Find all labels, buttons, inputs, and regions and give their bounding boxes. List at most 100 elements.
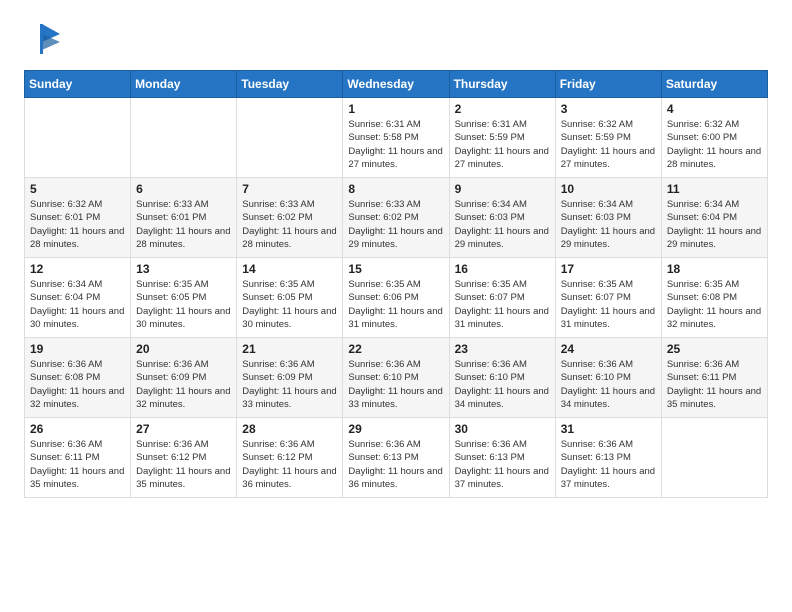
calendar-cell: 21 Sunrise: 6:36 AM Sunset: 6:09 PM Dayli… [237,338,343,418]
weekday-friday: Friday [555,71,661,98]
day-info: Sunrise: 6:36 AM Sunset: 6:11 PM Dayligh… [667,358,762,411]
day-number: 2 [455,102,550,116]
day-number: 15 [348,262,443,276]
calendar-cell: 17 Sunrise: 6:35 AM Sunset: 6:07 PM Dayli… [555,258,661,338]
calendar-week-1: 1Sunrise: 6:31 AM Sunset: 5:58 PM Daylig… [25,98,768,178]
day-number: 14 [242,262,337,276]
day-info: Sunrise: 6:36 AM Sunset: 6:09 PM Dayligh… [136,358,231,411]
day-number: 22 [348,342,443,356]
day-number: 18 [667,262,762,276]
day-number: 11 [667,182,762,196]
day-info: Sunrise: 6:31 AM Sunset: 5:59 PM Dayligh… [455,118,550,171]
day-info: Sunrise: 6:36 AM Sunset: 6:13 PM Dayligh… [348,438,443,491]
day-number: 12 [30,262,125,276]
day-number: 4 [667,102,762,116]
weekday-sunday: Sunday [25,71,131,98]
calendar-cell: 27 Sunrise: 6:36 AM Sunset: 6:12 PM Dayli… [131,418,237,498]
calendar-cell: 29 Sunrise: 6:36 AM Sunset: 6:13 PM Dayli… [343,418,449,498]
calendar-cell: 11 Sunrise: 6:34 AM Sunset: 6:04 PM Dayli… [661,178,767,258]
weekday-saturday: Saturday [661,71,767,98]
day-number: 20 [136,342,231,356]
day-info: Sunrise: 6:36 AM Sunset: 6:13 PM Dayligh… [561,438,656,491]
day-number: 21 [242,342,337,356]
day-info: Sunrise: 6:34 AM Sunset: 6:04 PM Dayligh… [30,278,125,331]
day-number: 26 [30,422,125,436]
calendar-cell: 12 Sunrise: 6:34 AM Sunset: 6:04 PM Dayli… [25,258,131,338]
day-number: 28 [242,422,337,436]
day-info: Sunrise: 6:36 AM Sunset: 6:10 PM Dayligh… [455,358,550,411]
calendar-cell: 10 Sunrise: 6:34 AM Sunset: 6:03 PM Dayli… [555,178,661,258]
day-info: Sunrise: 6:36 AM Sunset: 6:12 PM Dayligh… [136,438,231,491]
day-number: 30 [455,422,550,436]
day-info: Sunrise: 6:35 AM Sunset: 6:05 PM Dayligh… [136,278,231,331]
day-info: Sunrise: 6:32 AM Sunset: 6:01 PM Dayligh… [30,198,125,251]
weekday-thursday: Thursday [449,71,555,98]
calendar-cell [131,98,237,178]
day-info: Sunrise: 6:36 AM Sunset: 6:08 PM Dayligh… [30,358,125,411]
day-info: Sunrise: 6:32 AM Sunset: 5:59 PM Dayligh… [561,118,656,171]
day-number: 8 [348,182,443,196]
calendar-cell: 26 Sunrise: 6:36 AM Sunset: 6:11 PM Dayli… [25,418,131,498]
calendar-cell: 19 Sunrise: 6:36 AM Sunset: 6:08 PM Dayli… [25,338,131,418]
calendar-cell: 25 Sunrise: 6:36 AM Sunset: 6:11 PM Dayli… [661,338,767,418]
day-info: Sunrise: 6:36 AM Sunset: 6:12 PM Dayligh… [242,438,337,491]
calendar-cell: 9Sunrise: 6:34 AM Sunset: 6:03 PM Daylig… [449,178,555,258]
calendar-table: SundayMondayTuesdayWednesdayThursdayFrid… [24,70,768,498]
day-number: 5 [30,182,125,196]
day-info: Sunrise: 6:36 AM Sunset: 6:10 PM Dayligh… [348,358,443,411]
day-info: Sunrise: 6:35 AM Sunset: 6:06 PM Dayligh… [348,278,443,331]
day-info: Sunrise: 6:34 AM Sunset: 6:03 PM Dayligh… [561,198,656,251]
day-number: 17 [561,262,656,276]
weekday-monday: Monday [131,71,237,98]
day-info: Sunrise: 6:35 AM Sunset: 6:08 PM Dayligh… [667,278,762,331]
page: SundayMondayTuesdayWednesdayThursdayFrid… [0,0,792,514]
header [24,20,768,58]
calendar-cell: 24 Sunrise: 6:36 AM Sunset: 6:10 PM Dayli… [555,338,661,418]
calendar-cell: 15 Sunrise: 6:35 AM Sunset: 6:06 PM Dayli… [343,258,449,338]
day-info: Sunrise: 6:34 AM Sunset: 6:04 PM Dayligh… [667,198,762,251]
calendar-cell: 20 Sunrise: 6:36 AM Sunset: 6:09 PM Dayli… [131,338,237,418]
logo-icon [24,20,62,58]
day-number: 6 [136,182,231,196]
calendar-cell [237,98,343,178]
day-info: Sunrise: 6:35 AM Sunset: 6:07 PM Dayligh… [561,278,656,331]
calendar-cell: 8 Sunrise: 6:33 AM Sunset: 6:02 PM Daylig… [343,178,449,258]
day-number: 25 [667,342,762,356]
day-info: Sunrise: 6:35 AM Sunset: 6:07 PM Dayligh… [455,278,550,331]
day-number: 7 [242,182,337,196]
calendar-cell: 22 Sunrise: 6:36 AM Sunset: 6:10 PM Dayli… [343,338,449,418]
calendar-cell: 7 Sunrise: 6:33 AM Sunset: 6:02 PM Daylig… [237,178,343,258]
calendar-cell: 1Sunrise: 6:31 AM Sunset: 5:58 PM Daylig… [343,98,449,178]
day-number: 31 [561,422,656,436]
calendar-cell: 31 Sunrise: 6:36 AM Sunset: 6:13 PM Dayli… [555,418,661,498]
calendar-cell: 4 Sunrise: 6:32 AM Sunset: 6:00 PM Daylig… [661,98,767,178]
day-number: 19 [30,342,125,356]
calendar-cell: 5 Sunrise: 6:32 AM Sunset: 6:01 PM Daylig… [25,178,131,258]
weekday-tuesday: Tuesday [237,71,343,98]
calendar-cell: 16 Sunrise: 6:35 AM Sunset: 6:07 PM Dayli… [449,258,555,338]
day-number: 24 [561,342,656,356]
calendar-cell: 13Sunrise: 6:35 AM Sunset: 6:05 PM Dayli… [131,258,237,338]
day-info: Sunrise: 6:36 AM Sunset: 6:09 PM Dayligh… [242,358,337,411]
day-info: Sunrise: 6:35 AM Sunset: 6:05 PM Dayligh… [242,278,337,331]
calendar-cell: 2 Sunrise: 6:31 AM Sunset: 5:59 PM Daylig… [449,98,555,178]
calendar-week-5: 26 Sunrise: 6:36 AM Sunset: 6:11 PM Dayli… [25,418,768,498]
day-info: Sunrise: 6:33 AM Sunset: 6:02 PM Dayligh… [242,198,337,251]
day-number: 1 [348,102,443,116]
calendar-week-4: 19 Sunrise: 6:36 AM Sunset: 6:08 PM Dayli… [25,338,768,418]
day-info: Sunrise: 6:33 AM Sunset: 6:02 PM Dayligh… [348,198,443,251]
calendar-cell: 30Sunrise: 6:36 AM Sunset: 6:13 PM Dayli… [449,418,555,498]
day-info: Sunrise: 6:36 AM Sunset: 6:10 PM Dayligh… [561,358,656,411]
day-info: Sunrise: 6:32 AM Sunset: 6:00 PM Dayligh… [667,118,762,171]
calendar-cell: 14 Sunrise: 6:35 AM Sunset: 6:05 PM Dayli… [237,258,343,338]
calendar-cell: 6Sunrise: 6:33 AM Sunset: 6:01 PM Daylig… [131,178,237,258]
day-number: 10 [561,182,656,196]
day-info: Sunrise: 6:36 AM Sunset: 6:11 PM Dayligh… [30,438,125,491]
day-number: 27 [136,422,231,436]
weekday-wednesday: Wednesday [343,71,449,98]
calendar-week-3: 12 Sunrise: 6:34 AM Sunset: 6:04 PM Dayli… [25,258,768,338]
day-number: 23 [455,342,550,356]
calendar-cell: 3Sunrise: 6:32 AM Sunset: 5:59 PM Daylig… [555,98,661,178]
day-number: 16 [455,262,550,276]
day-number: 29 [348,422,443,436]
